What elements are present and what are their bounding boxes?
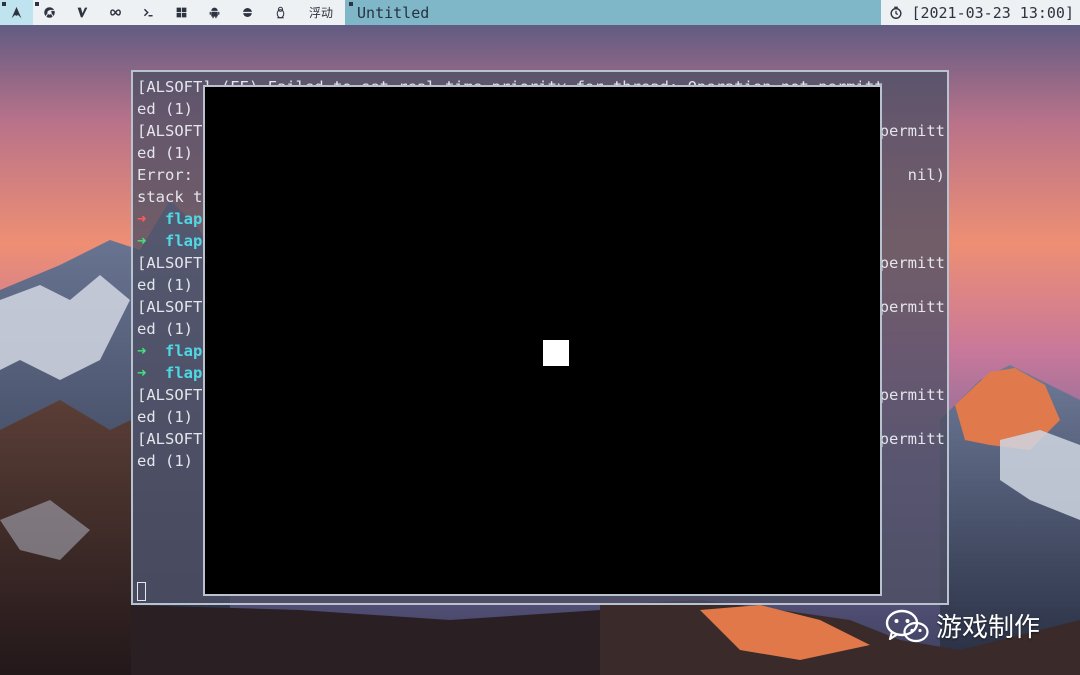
- watermark-text: 游戏制作: [936, 613, 1041, 643]
- prompt-command: flap: [165, 210, 203, 228]
- prompt-arrow-icon: ➜: [137, 342, 147, 360]
- window-title: Untitled: [357, 3, 430, 22]
- focus-indicator-dot: [349, 2, 354, 6]
- terminal-line-text: ed (1): [137, 452, 193, 470]
- windows-logo-icon: [176, 7, 187, 18]
- watermark: 游戏制作: [884, 607, 1040, 644]
- terminal-line: ➜ flap: [137, 340, 202, 362]
- terminal-line: ed (1): [137, 450, 193, 472]
- layout-mode-button[interactable]: 浮动: [297, 0, 345, 25]
- workspace-6-button[interactable]: [165, 0, 198, 25]
- terminal-line-text: stack t: [137, 188, 203, 206]
- player-square: [543, 340, 569, 366]
- prompt-arrow-icon: ➜: [137, 364, 147, 382]
- workspace-8-button[interactable]: [231, 0, 264, 25]
- terminal-line-text: ed (1): [137, 100, 193, 118]
- terminal-line: ed (1): [137, 406, 193, 428]
- workspace-1-button[interactable]: [0, 0, 33, 25]
- linux-penguin-icon: [276, 6, 285, 19]
- terminal-line: stack t: [137, 186, 202, 208]
- terminal-line-text: ed (1): [137, 320, 193, 338]
- terminal-line-text: ed (1): [137, 276, 193, 294]
- terminal-line: ➜ flap: [137, 362, 202, 384]
- terminal-line: ed (1): [137, 98, 193, 120]
- infinity-icon: [110, 9, 121, 16]
- terminal-prompt-icon: [143, 8, 153, 17]
- prompt-arrow-icon: ➜: [137, 210, 147, 228]
- top-bar: 浮动 Untitled [2021-03-23 13:00]: [0, 0, 1080, 25]
- clock-widget[interactable]: [2021-03-23 13:00]: [881, 0, 1080, 25]
- terminal-line-text: ed (1): [137, 408, 193, 426]
- terminal-line: ed (1): [137, 142, 193, 164]
- terminal-line: ed (1): [137, 318, 193, 340]
- terminal-line: ➜ flap: [137, 208, 202, 230]
- arch-logo-icon: [11, 6, 22, 19]
- workspace-7-button[interactable]: [198, 0, 231, 25]
- workspace-5-button[interactable]: [132, 0, 165, 25]
- clock-icon: [890, 6, 902, 19]
- terminal-line-text: ed (1): [137, 144, 193, 162]
- prompt-command: flap: [165, 364, 203, 382]
- chrome-icon: [44, 7, 55, 18]
- workspace-2-button[interactable]: [33, 0, 66, 25]
- terminal-line: ed (1): [137, 274, 193, 296]
- window-title-area: Untitled: [347, 0, 882, 25]
- prompt-command: flap: [165, 232, 203, 250]
- prompt-arrow-icon: ➜: [137, 232, 147, 250]
- workspace-3-button[interactable]: [66, 0, 99, 25]
- clock-text: [2021-03-23 13:00]: [911, 3, 1074, 22]
- wechat-icon: [885, 609, 929, 642]
- vim-icon: [77, 7, 88, 18]
- android-icon: [209, 7, 220, 19]
- workspace-occupied-dot: [2, 2, 6, 6]
- prompt-command: flap: [165, 342, 203, 360]
- circle-slot-icon: [242, 8, 253, 17]
- terminal-cursor: [137, 582, 146, 601]
- workspace-switcher: 浮动: [0, 0, 346, 25]
- workspace-4-button[interactable]: [99, 0, 132, 25]
- workspace-occupied-dot: [35, 2, 39, 6]
- workspace-9-button[interactable]: [264, 0, 297, 25]
- game-window[interactable]: [203, 85, 882, 596]
- terminal-line: ➜ flap: [137, 230, 202, 252]
